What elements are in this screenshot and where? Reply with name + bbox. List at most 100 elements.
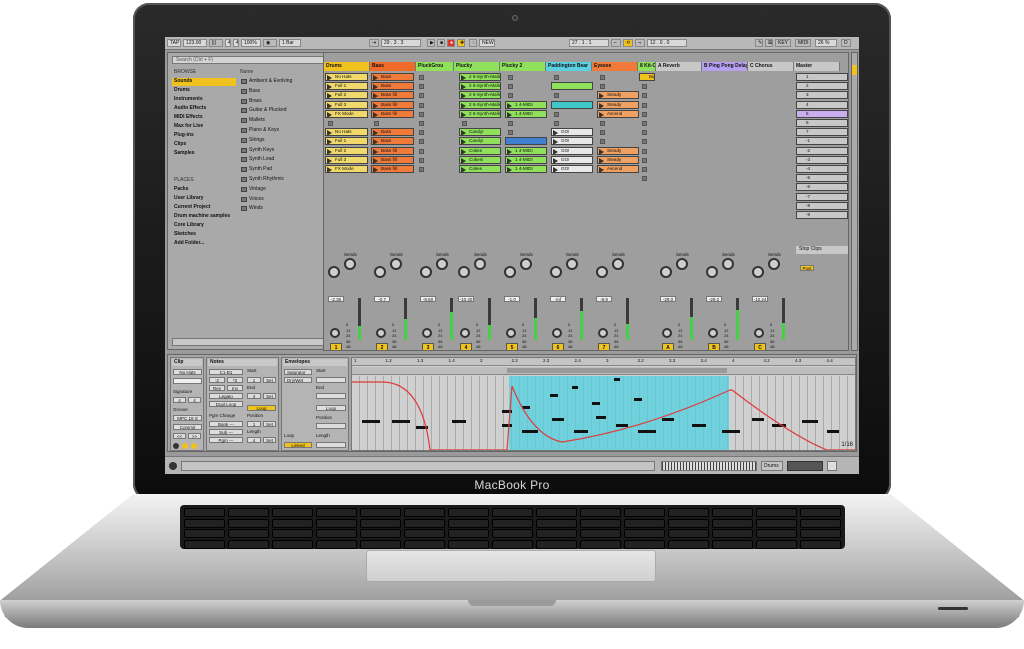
send-a-knob[interactable]	[706, 266, 718, 278]
invert-button[interactable]: Inv	[227, 385, 243, 391]
clip-launch-icon[interactable]	[373, 102, 378, 108]
send-b-knob[interactable]	[474, 258, 486, 270]
bank-select[interactable]: Bank ---	[209, 421, 243, 427]
pan-knob[interactable]	[662, 328, 672, 338]
notes-start-field[interactable]: 1	[247, 377, 261, 383]
empty-clip-slot[interactable]	[419, 102, 424, 108]
plucky2-clip[interactable]: 1 4-MIDI	[505, 165, 547, 173]
bass-clip[interactable]: Bass	[371, 73, 414, 81]
empty-clip-slot[interactable]	[419, 157, 424, 163]
clip-launch-icon[interactable]	[507, 157, 512, 163]
empty-clip-slot[interactable]	[328, 121, 333, 126]
send-a-knob[interactable]	[374, 266, 386, 278]
send-b-knob[interactable]	[390, 258, 402, 270]
bass-clip[interactable]: Bass fill	[371, 100, 414, 109]
env-end-field[interactable]	[316, 393, 346, 399]
clip-launch-icon[interactable]	[327, 102, 332, 108]
commit-button[interactable]: Commit	[173, 424, 202, 430]
send-a-knob[interactable]	[752, 266, 764, 278]
draw-mode-icon[interactable]: ✎	[755, 39, 763, 47]
sig-den[interactable]: 4	[233, 39, 239, 47]
sig-num[interactable]: 4	[225, 39, 231, 47]
paddington-clip[interactable]	[551, 100, 593, 109]
scene-launch-10[interactable]: -4	[796, 165, 848, 173]
clip-launch-icon[interactable]	[507, 148, 512, 154]
legato-button[interactable]: Legato	[209, 393, 243, 399]
drum-clip[interactable]: Full 2	[325, 91, 368, 100]
punch-in-icon[interactable]: ⌐	[611, 39, 621, 47]
browser-category-clips[interactable]: Clips	[172, 141, 236, 149]
clip-launch-icon[interactable]	[373, 167, 378, 172]
tempo-field[interactable]: 123.00	[183, 39, 207, 47]
clip-launch-icon[interactable]	[461, 167, 466, 172]
empty-clip-slot[interactable]	[508, 75, 513, 80]
env-start-field[interactable]	[316, 377, 346, 383]
note-range-field[interactable]: C1-B1	[209, 369, 243, 375]
scene-launch-3[interactable]: 4	[796, 100, 848, 109]
track-activator[interactable]: 7	[598, 343, 610, 350]
track-header-5[interactable]: Paddington Bear	[546, 62, 592, 71]
browser-category-sounds[interactable]: Sounds	[172, 78, 236, 86]
clip-launch-icon[interactable]	[327, 130, 332, 136]
browser-place-current-project[interactable]: Current Project	[172, 204, 212, 212]
track-header-0[interactable]: Drums	[324, 62, 370, 71]
track-header-10[interactable]: C Chorus	[748, 62, 794, 71]
session-scrollbar[interactable]	[851, 52, 858, 351]
loop-region[interactable]	[507, 368, 727, 373]
clip-launch-icon[interactable]	[553, 167, 558, 172]
envelope-device-select[interactable]: Saturator	[284, 369, 312, 375]
plucky2-clip[interactable]: 1 4-MIDI	[505, 100, 547, 109]
empty-clip-slot[interactable]	[642, 139, 647, 145]
drum-clip[interactable]: Full 2	[325, 146, 368, 155]
pan-knob[interactable]	[330, 328, 340, 338]
pan-knob[interactable]	[598, 328, 608, 338]
send-b-knob[interactable]	[612, 258, 624, 270]
browser-category-audio-effects[interactable]: Audio Effects	[172, 105, 236, 113]
scene-launch-0[interactable]: 1	[796, 73, 848, 81]
track-activator[interactable]: 4	[460, 343, 472, 350]
plucky2-clip[interactable]	[505, 137, 547, 146]
double-button[interactable]: *2	[227, 377, 243, 383]
track-header-8[interactable]: A Reverb	[656, 62, 702, 71]
empty-clip-slot[interactable]	[508, 93, 513, 99]
track-header-3[interactable]: Plucky	[454, 62, 500, 71]
env-loop-button[interactable]: Loop	[316, 405, 346, 411]
clip-launch-icon[interactable]	[507, 167, 512, 172]
plucky-clip[interactable]: Candy!	[459, 128, 501, 137]
drum-clip[interactable]: No Hats	[325, 73, 368, 81]
empty-clip-slot[interactable]	[419, 121, 424, 126]
notes-start-set-button[interactable]: Set	[263, 377, 276, 383]
groove-select[interactable]: MPC 16 S	[173, 415, 202, 421]
clip-launch-icon[interactable]	[553, 148, 558, 154]
timeline-ruler[interactable]: 1 1.2 1.3 1.4 2 2.2 2.3 2.4 3 3.2 3.3 3.4 4 4.2 4.3 4.4	[352, 358, 855, 366]
bass-clip[interactable]: Bass fill	[371, 155, 414, 164]
notes-length-set-button[interactable]: Set	[263, 437, 276, 443]
browser-folder[interactable]: Ambient & Evolving	[240, 78, 332, 86]
clip-launch-icon[interactable]	[327, 139, 332, 145]
track-header-11[interactable]: Master	[794, 62, 840, 71]
bass-clip[interactable]: Bass	[371, 128, 414, 137]
volume-value[interactable]: -29.0	[660, 296, 676, 302]
post-button[interactable]: Post	[800, 265, 814, 271]
pan-knob[interactable]	[422, 328, 432, 338]
pgm-select[interactable]: Pgm ---	[209, 437, 243, 443]
clip-launch-icon[interactable]	[461, 102, 466, 108]
track-activator[interactable]: 5	[506, 343, 518, 350]
pan-knob[interactable]	[506, 328, 516, 338]
plucky-clip[interactable]: 2 6-Synth-Mallet	[459, 73, 501, 81]
eyesee-clip[interactable]: Ascend	[597, 109, 639, 118]
plucky2-clip[interactable]: 1 4-MIDI	[505, 155, 547, 164]
loop-toggle-icon[interactable]: ⟲	[623, 39, 633, 47]
clip-launch-icon[interactable]	[461, 111, 466, 117]
track-activator[interactable]: 1	[330, 343, 342, 350]
play-icon[interactable]: ▶	[427, 39, 435, 47]
midi-map-button[interactable]: MIDI	[795, 39, 811, 47]
kit-clip[interactable]: Big	[639, 73, 655, 81]
track-activator[interactable]: 6	[552, 343, 564, 350]
browser-folder[interactable]: Vintage	[240, 186, 332, 194]
pan-knob[interactable]	[754, 328, 764, 338]
launch-mode-button[interactable]: <<	[173, 433, 186, 439]
pan-knob[interactable]	[376, 328, 386, 338]
browser-folder[interactable]: Guitar & Plucked	[240, 107, 332, 115]
clip-launch-icon[interactable]	[327, 148, 332, 154]
